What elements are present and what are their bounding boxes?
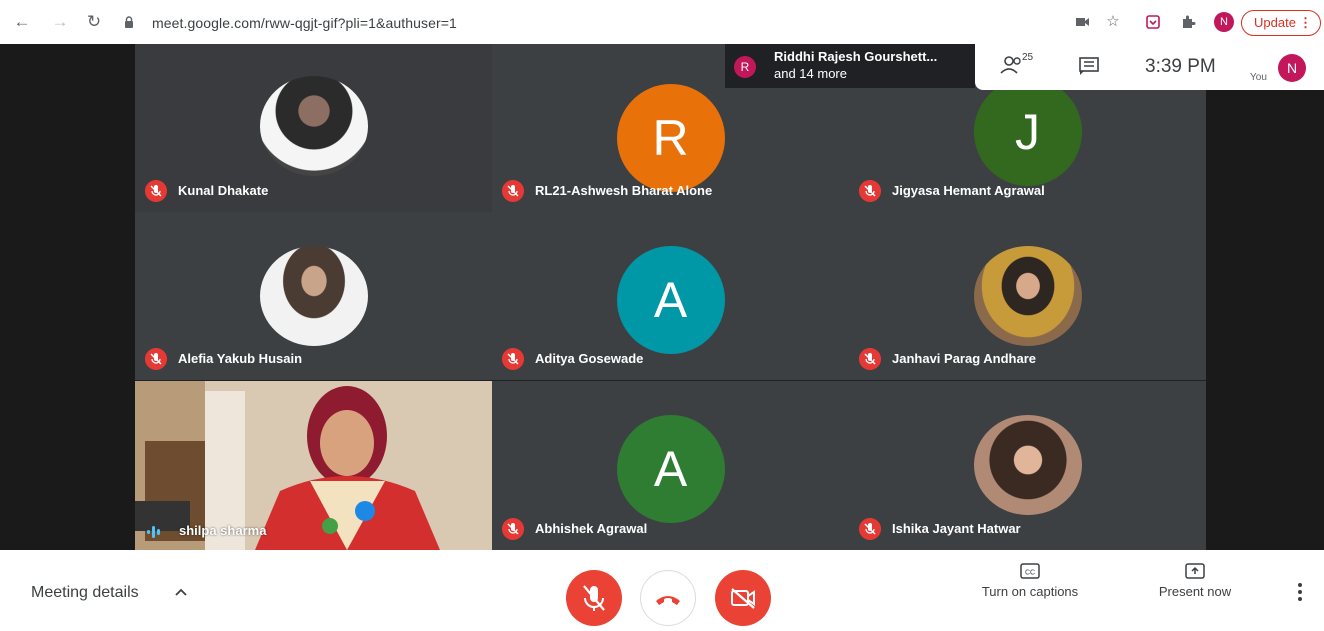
participant-tile[interactable]: A Abhishek Agrawal bbox=[492, 381, 849, 550]
chevron-up-icon[interactable] bbox=[174, 587, 188, 597]
self-avatar[interactable]: N bbox=[1278, 54, 1306, 82]
meeting-stage: Kunal Dhakate R RL21-Ashwesh Bharat Alon… bbox=[0, 44, 1324, 550]
participant-name: Ishika Jayant Hatwar bbox=[892, 521, 1021, 536]
extensions-puzzle-icon[interactable] bbox=[1180, 14, 1196, 30]
chat-icon[interactable] bbox=[1078, 56, 1100, 76]
camera-off-icon bbox=[731, 588, 755, 609]
participant-photo bbox=[259, 76, 368, 176]
mic-off-icon bbox=[502, 348, 524, 370]
microphone-toggle-button[interactable] bbox=[566, 570, 622, 626]
participant-tile[interactable]: Janhavi Parag Andhare bbox=[849, 212, 1206, 380]
bookmark-star-icon[interactable]: ☆ bbox=[1103, 12, 1123, 32]
mic-off-icon bbox=[859, 518, 881, 540]
participant-video-tile[interactable]: shilpa sharma bbox=[135, 381, 493, 550]
captions-label: Turn on captions bbox=[981, 584, 1079, 599]
participant-avatar: J bbox=[973, 78, 1082, 186]
participant-photo bbox=[973, 415, 1082, 515]
browser-toolbar: ← → ↻ meet.google.com/rww-qgjt-gif?pli=1… bbox=[0, 0, 1324, 44]
meeting-details-button[interactable]: Meeting details bbox=[31, 584, 139, 602]
participant-count: 25 bbox=[1022, 52, 1034, 63]
more-options-icon[interactable] bbox=[1296, 582, 1304, 602]
participant-name: Janhavi Parag Andhare bbox=[892, 351, 1037, 366]
present-label: Present now bbox=[1158, 584, 1232, 599]
mic-off-icon bbox=[145, 348, 167, 370]
meeting-clock: 3:39 PM bbox=[1145, 56, 1216, 77]
mic-off-icon bbox=[583, 585, 605, 611]
participant-tile[interactable]: Kunal Dhakate bbox=[135, 44, 492, 212]
participant-name: shilpa sharma bbox=[179, 523, 267, 538]
participant-name: Jigyasa Hemant Agrawal bbox=[892, 183, 1045, 198]
url-text: meet.google.com/rww-qgjt-gif?pli=1&authu… bbox=[152, 15, 457, 31]
meeting-controls-bar: Meeting details CC Turn on captions Pres… bbox=[0, 550, 1324, 626]
participant-name: Abhishek Agrawal bbox=[535, 521, 648, 536]
participant-avatar: A bbox=[616, 415, 725, 523]
mic-off-icon bbox=[502, 518, 524, 540]
present-screen-icon bbox=[1185, 563, 1205, 579]
update-button[interactable]: Update ⋮ bbox=[1241, 10, 1321, 36]
participant-tile[interactable]: A Aditya Gosewade bbox=[492, 212, 849, 380]
leave-call-button[interactable] bbox=[640, 570, 696, 626]
menu-dots-icon: ⋮ bbox=[1299, 15, 1312, 30]
captions-control[interactable]: CC Turn on captions bbox=[973, 562, 1087, 599]
notification-subtitle: and 14 more bbox=[774, 66, 847, 81]
forward-arrow-icon[interactable]: → bbox=[50, 12, 70, 32]
participant-name: Alefia Yakub Husain bbox=[178, 351, 303, 366]
camera-toggle-button[interactable] bbox=[715, 570, 771, 626]
back-arrow-icon[interactable]: ← bbox=[12, 12, 32, 32]
extension-shield-icon[interactable] bbox=[1145, 14, 1161, 30]
participant-name: Aditya Gosewade bbox=[535, 351, 644, 366]
participant-name: Kunal Dhakate bbox=[178, 183, 269, 198]
participant-photo bbox=[973, 246, 1082, 346]
lock-icon bbox=[125, 16, 133, 28]
present-control[interactable]: Present now bbox=[1150, 562, 1240, 599]
mic-off-icon bbox=[502, 180, 524, 202]
notification-title: Riddhi Rajesh Gourshett... bbox=[774, 49, 938, 64]
camera-blocked-icon[interactable] bbox=[1075, 15, 1091, 29]
closed-captions-icon: CC bbox=[1020, 563, 1040, 579]
profile-avatar[interactable]: N bbox=[1214, 12, 1234, 32]
mic-off-icon bbox=[859, 180, 881, 202]
participant-avatar: R bbox=[616, 84, 725, 192]
participant-name: RL21-Ashwesh Bharat Alone bbox=[535, 183, 713, 198]
svg-text:CC: CC bbox=[1025, 570, 1035, 577]
participant-photo bbox=[259, 246, 368, 346]
speaking-indicator-icon bbox=[147, 526, 160, 538]
stage-margin-right bbox=[1206, 44, 1324, 550]
hang-up-icon bbox=[656, 596, 680, 605]
participant-avatar: A bbox=[616, 246, 725, 354]
mic-off-icon bbox=[859, 348, 881, 370]
mic-off-icon bbox=[145, 180, 167, 202]
people-icon[interactable] bbox=[1000, 55, 1024, 75]
update-label: Update bbox=[1254, 15, 1296, 30]
notification-avatar: R bbox=[734, 56, 756, 78]
meeting-top-bar: 25 3:39 PM You N bbox=[975, 44, 1324, 90]
you-label: You bbox=[1250, 72, 1267, 83]
address-bar[interactable]: meet.google.com/rww-qgjt-gif?pli=1&authu… bbox=[118, 10, 1128, 38]
participant-tile[interactable]: Ishika Jayant Hatwar bbox=[849, 381, 1206, 550]
stage-margin-left bbox=[0, 44, 135, 550]
participant-tile[interactable]: Alefia Yakub Husain bbox=[135, 212, 492, 380]
reload-icon[interactable]: ↻ bbox=[84, 12, 104, 32]
join-notification[interactable]: R Riddhi Rajesh Gourshett... and 14 more bbox=[725, 44, 975, 88]
